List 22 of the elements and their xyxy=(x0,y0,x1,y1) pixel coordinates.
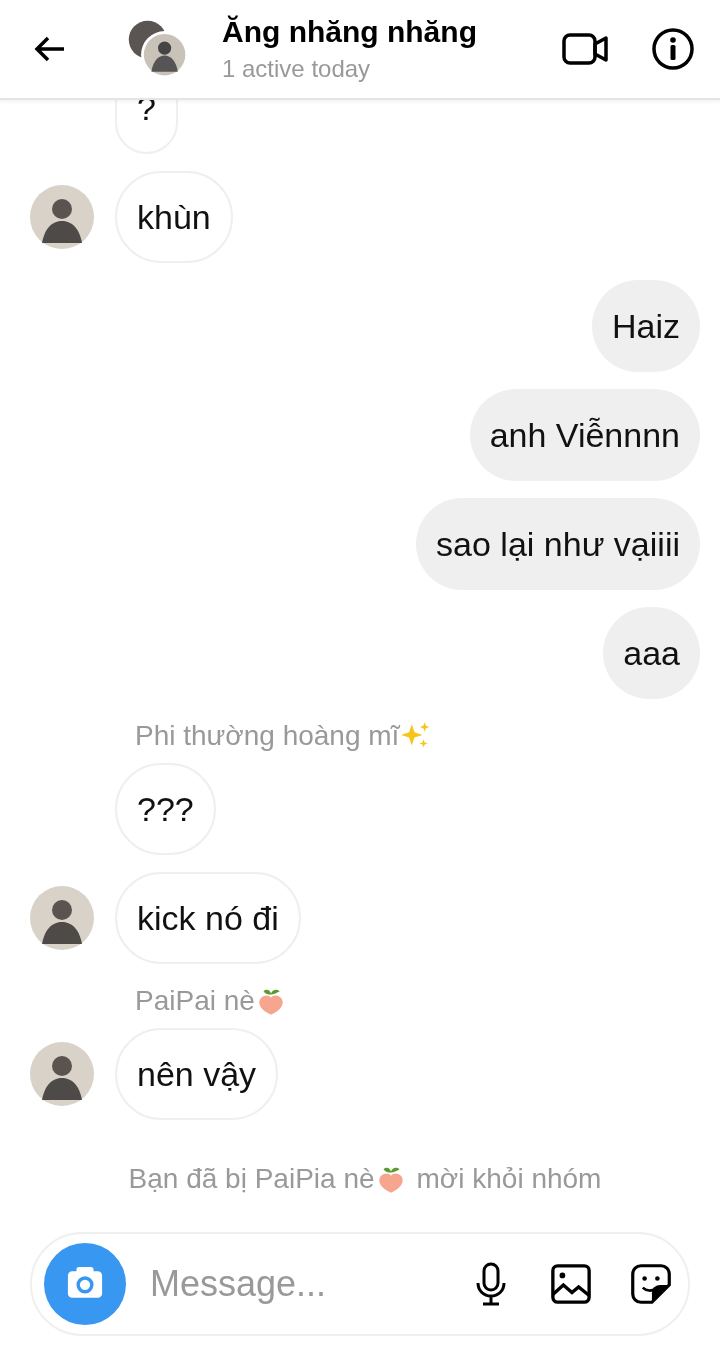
message-text: aaa xyxy=(623,633,680,673)
message-text: ??? xyxy=(137,789,194,829)
camera-button[interactable] xyxy=(44,1243,126,1325)
message-text: Haiz xyxy=(611,306,680,346)
message-text: nên vậy xyxy=(137,1054,257,1094)
info-icon[interactable] xyxy=(651,27,695,71)
avatar[interactable] xyxy=(30,185,94,249)
sticker-icon[interactable] xyxy=(630,1261,672,1307)
chat-title: Ăng nhăng nhăng xyxy=(222,15,478,49)
active-status: 1 active today xyxy=(222,55,372,83)
system-notice: mời khỏi nhóm xyxy=(416,1163,602,1195)
image-icon[interactable] xyxy=(550,1261,592,1307)
avatar[interactable] xyxy=(30,1042,94,1106)
message-text: kick nó đi xyxy=(137,898,279,938)
system-notice: Bạn đã bị PaiPia nè xyxy=(128,1163,375,1195)
message-text: sao lại như vạiiii xyxy=(436,524,680,564)
avatar[interactable] xyxy=(30,886,94,950)
sender-name: Phi thường hoàng mĩ xyxy=(135,720,400,752)
sender-name: PaiPai nè xyxy=(135,985,255,1017)
message-input[interactable]: Message... xyxy=(148,1262,432,1306)
message-text: khùn xyxy=(137,197,211,237)
message-text: anh Viễnnnn xyxy=(489,415,680,455)
